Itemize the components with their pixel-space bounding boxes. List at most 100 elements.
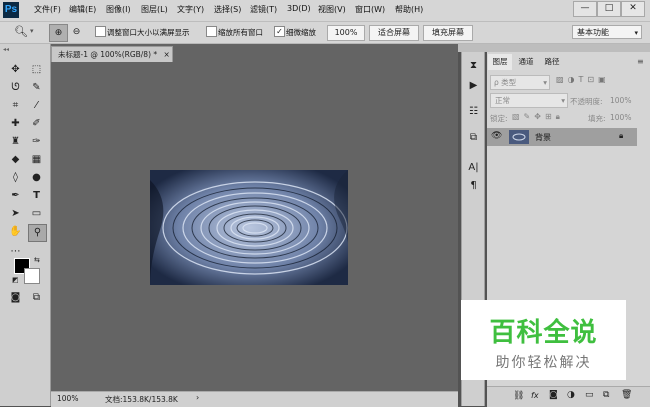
chevron-down-icon: ▾ bbox=[543, 78, 547, 87]
history-brush-tool-icon[interactable]: ✑ bbox=[28, 134, 45, 150]
menu-view[interactable]: 视图(V) bbox=[318, 4, 346, 15]
eye-icon[interactable]: 👁︎ bbox=[491, 131, 502, 141]
menu-type[interactable]: 文字(Y) bbox=[177, 4, 204, 15]
paragraph-panel-icon[interactable]: ¶ bbox=[465, 178, 482, 194]
tool-preset-chevron-icon[interactable]: ▾ bbox=[30, 27, 34, 35]
clone-stamp-tool-icon[interactable]: ♜ bbox=[7, 134, 24, 150]
delete-icon[interactable]: 🗑︎ bbox=[621, 390, 632, 400]
menu-3d[interactable]: 3D(D) bbox=[287, 4, 311, 13]
fit-screen-button[interactable]: 适合屏幕 bbox=[369, 25, 419, 41]
zoom-in-icon[interactable]: ⊕ bbox=[49, 24, 68, 42]
layer-thumbnail bbox=[509, 130, 529, 144]
pen-tool-icon[interactable]: ✒ bbox=[7, 188, 24, 204]
blend-mode-value: 正常 bbox=[495, 96, 510, 105]
path-select-tool-icon[interactable]: ➤ bbox=[7, 206, 24, 222]
close-tab-icon[interactable]: × bbox=[164, 50, 170, 59]
layer-filter-icons[interactable]: ▨◑T⊡▣ bbox=[556, 75, 640, 84]
close-button[interactable]: ✕ bbox=[621, 1, 645, 17]
menu-edit[interactable]: 编辑(E) bbox=[69, 4, 96, 15]
zoom-tool-active-icon[interactable]: ⚲ bbox=[28, 224, 47, 242]
scrubby-zoom-label: 细微缩放 bbox=[286, 28, 316, 37]
menu-image[interactable]: 图像(I) bbox=[106, 4, 131, 15]
zoom-100-button[interactable]: 100% bbox=[327, 25, 365, 41]
scrubby-zoom-checkbox[interactable]: ✓ bbox=[274, 26, 285, 37]
hand-tool-icon[interactable]: ✋ bbox=[7, 224, 24, 240]
status-arrow-icon[interactable]: › bbox=[196, 393, 199, 402]
adjustment-icon[interactable]: ◑ bbox=[567, 390, 575, 400]
mask-icon[interactable]: ◙ bbox=[549, 390, 558, 400]
workspace-select[interactable]: 基本功能 ▾ bbox=[572, 25, 642, 39]
history-panel-icon[interactable]: ⧗ bbox=[465, 58, 482, 74]
toolbox: ◂◂ ✥ ⬚ ᘎ ✎ ⌗ ⁄ ✚ ✐ ♜ ✑ ◆ ▦ ◊ ● ✒ T ➤ ▭ ✋… bbox=[0, 44, 51, 406]
link-icon[interactable]: ⛓ bbox=[513, 391, 524, 401]
quick-select-tool-icon[interactable]: ✎ bbox=[28, 80, 45, 96]
blend-mode-select[interactable]: 正常 ▾ bbox=[490, 93, 568, 108]
menu-help[interactable]: 帮助(H) bbox=[395, 4, 423, 15]
fx-icon[interactable]: fx bbox=[531, 391, 539, 400]
collapse-arrows-icon[interactable]: ◂◂ bbox=[3, 46, 9, 53]
blur-tool-icon[interactable]: ◊ bbox=[7, 170, 24, 186]
status-zoom[interactable]: 100% bbox=[57, 394, 78, 403]
resize-windows-label: 调整窗口大小以满屏显示 bbox=[107, 28, 190, 37]
new-layer-icon[interactable]: ⧉ bbox=[603, 390, 609, 400]
layer-filter-select[interactable]: ρ 类型 ▾ bbox=[490, 75, 550, 90]
brush-tool-icon[interactable]: ✐ bbox=[28, 116, 45, 132]
watermark-subtitle: 助你轻松解决 bbox=[495, 355, 592, 371]
actions-panel-icon[interactable]: ▶ bbox=[465, 78, 482, 94]
menu-bar: Ps 文件(F) 编辑(E) 图像(I) 图层(L) 文字(Y) 选择(S) 滤… bbox=[0, 0, 650, 22]
tab-channels[interactable]: 通道 bbox=[514, 54, 538, 70]
lasso-tool-icon[interactable]: ᘎ bbox=[7, 80, 24, 96]
menu-window[interactable]: 窗口(W) bbox=[355, 4, 385, 15]
status-doc-info: 文档:153.8K/153.8K bbox=[105, 395, 178, 404]
move-tool-icon[interactable]: ✥ bbox=[7, 62, 24, 78]
lock-icons[interactable]: ▧✎✥⊞🔒︎ bbox=[512, 112, 564, 122]
background-color-swatch[interactable] bbox=[24, 268, 40, 284]
zoom-tool-icon[interactable]: 🔍︎ bbox=[14, 25, 28, 38]
swap-colors-icon[interactable]: ⇆ bbox=[34, 256, 40, 264]
crop-tool-icon[interactable]: ⌗ bbox=[7, 98, 24, 114]
menu-select[interactable]: 选择(S) bbox=[214, 4, 241, 15]
resize-windows-checkbox[interactable] bbox=[95, 26, 106, 37]
photoshop-logo: Ps bbox=[3, 2, 19, 18]
maximize-button[interactable]: □ bbox=[597, 1, 621, 17]
eyedropper-tool-icon[interactable]: ⁄ bbox=[28, 98, 45, 114]
healing-brush-tool-icon[interactable]: ✚ bbox=[7, 116, 24, 132]
clone-source-panel-icon[interactable]: ⧉ bbox=[465, 130, 482, 146]
gradient-tool-icon[interactable]: ▦ bbox=[28, 152, 45, 168]
fill-screen-button[interactable]: 填充屏幕 bbox=[423, 25, 473, 41]
chevron-down-icon: ▾ bbox=[634, 29, 638, 37]
document-tab[interactable]: 未标题-1 @ 100%(RGB/8) * × bbox=[51, 46, 173, 62]
tab-layers[interactable]: 图层 bbox=[488, 54, 512, 70]
rectangle-tool-icon[interactable]: ▭ bbox=[28, 206, 45, 222]
menu-filter[interactable]: 滤镜(T) bbox=[250, 4, 277, 15]
menu-file[interactable]: 文件(F) bbox=[34, 4, 61, 15]
minimize-button[interactable]: — bbox=[573, 1, 597, 17]
lock-icon: 🔒︎ bbox=[619, 131, 624, 140]
quick-mask-icon[interactable]: ◙ bbox=[7, 290, 24, 306]
character-panel-icon[interactable]: A| bbox=[465, 160, 482, 176]
zoom-out-icon[interactable]: ⊖ bbox=[68, 24, 85, 40]
properties-panel-icon[interactable]: ☷ bbox=[465, 104, 482, 120]
document-canvas-image[interactable] bbox=[150, 170, 348, 285]
layer-row[interactable]: 👁︎ 背景 🔒︎ bbox=[487, 128, 637, 146]
panel-menu-icon[interactable]: ≡ bbox=[637, 57, 644, 66]
document-tab-title: 未标题-1 @ 100%(RGB/8) * bbox=[58, 50, 158, 59]
default-colors-icon[interactable]: ◩ bbox=[12, 276, 19, 284]
menu-layer[interactable]: 图层(L) bbox=[141, 4, 168, 15]
screen-mode-icon[interactable]: ⧉ bbox=[28, 290, 45, 306]
layers-bottom-bar: ⛓ fx ◙ ◑ ▭ ⧉ 🗑︎ bbox=[487, 386, 650, 407]
filter-label: 类型 bbox=[501, 78, 517, 87]
fill-value[interactable]: 100% bbox=[610, 113, 631, 122]
layer-name: 背景 bbox=[535, 133, 551, 142]
type-tool-icon[interactable]: T bbox=[28, 188, 45, 204]
tab-paths[interactable]: 路径 bbox=[540, 54, 564, 70]
group-icon[interactable]: ▭ bbox=[585, 390, 594, 400]
marquee-tool-icon[interactable]: ⬚ bbox=[28, 62, 45, 78]
zoom-all-windows-checkbox[interactable] bbox=[206, 26, 217, 37]
opacity-value[interactable]: 100% bbox=[610, 96, 631, 105]
eraser-tool-icon[interactable]: ◆ bbox=[7, 152, 24, 168]
workspace-value: 基本功能 bbox=[577, 28, 609, 37]
watermark-title: 百科全说 bbox=[489, 318, 598, 348]
chevron-down-icon: ▾ bbox=[561, 96, 565, 105]
dodge-tool-icon[interactable]: ● bbox=[28, 170, 45, 186]
